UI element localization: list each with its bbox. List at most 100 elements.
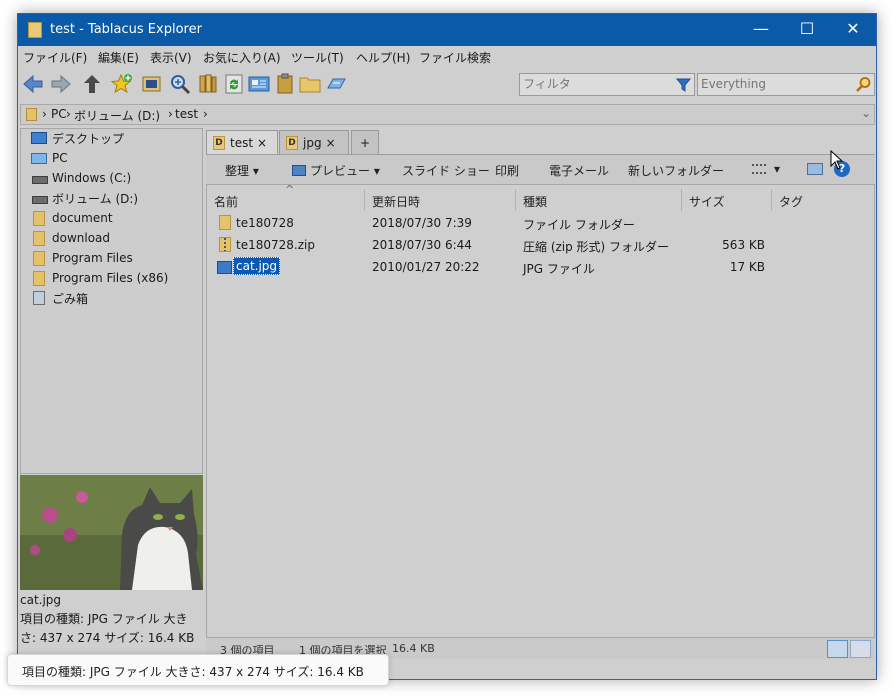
filter-funnel-icon[interactable] (675, 76, 692, 93)
menu-bar: ファイル(F) 編集(E) 表示(V) お気に入り(A) ツール(T) ヘルプ(… (18, 46, 876, 68)
tab-label: test (230, 135, 254, 150)
nav-item-program-files[interactable]: Program Files (31, 249, 133, 267)
desktop-icon (31, 132, 47, 144)
breadcrumb-pc[interactable]: PC (51, 107, 67, 121)
large-icons-view-button[interactable] (850, 640, 871, 658)
column-name-label: 名前 (214, 195, 239, 209)
panel-icon[interactable] (247, 72, 271, 96)
navigation-tree: デスクトップ PC Windows (C:) ボリューム (D:) docume… (20, 128, 203, 474)
new-tab-button[interactable]: + (351, 130, 379, 154)
breadcrumb-volume-d[interactable]: ボリューム (D:) (74, 107, 160, 124)
tab-close-button[interactable]: × (326, 136, 336, 150)
nav-item-download[interactable]: download (31, 229, 110, 247)
add-favorite-icon[interactable] (110, 72, 134, 96)
menu-edit[interactable]: 編集(E) (98, 49, 139, 66)
preview-info: cat.jpg 項目の種類: JPG ファイル 大きさ: 437 x 274 サ… (20, 591, 203, 648)
nav-item-label: Program Files (x86) (52, 271, 169, 285)
file-type: 圧縮 (zip 形式) フォルダー (523, 240, 670, 254)
details-view-button[interactable] (827, 640, 848, 658)
preview-image-icon (292, 165, 306, 176)
file-modified: 2010/01/27 20:22 (372, 260, 480, 274)
preview-details: 項目の種類: JPG ファイル 大きさ: 437 x 274 サイズ: 16.4… (20, 612, 195, 645)
forward-icon[interactable] (49, 72, 73, 96)
zip-icon (219, 237, 231, 252)
folder-icon (33, 250, 45, 266)
maximize-button[interactable]: ☐ (784, 14, 830, 46)
clipboard-icon[interactable] (273, 72, 297, 96)
address-separator[interactable]: › (66, 107, 71, 121)
recycle-bin-icon (33, 291, 45, 305)
column-modified[interactable]: 更新日時 (365, 189, 516, 211)
menu-file-search[interactable]: ファイル検索 (419, 49, 491, 66)
nav-item-volume-d[interactable]: ボリューム (D:) (31, 189, 138, 207)
menu-help[interactable]: ヘルプ(H) (356, 49, 410, 66)
nav-item-pc[interactable]: PC (31, 149, 68, 167)
print-button[interactable]: 印刷 (495, 162, 519, 179)
nav-item-label: ボリューム (D:) (52, 191, 139, 206)
nav-item-recycle-bin[interactable]: ごみ箱 (31, 289, 88, 307)
menu-tools[interactable]: ツール(T) (291, 49, 344, 66)
table-row[interactable]: te180728 2018/07/30 7:39 ファイル フォルダー (207, 213, 875, 234)
nav-item-label: download (52, 231, 111, 245)
table-row[interactable]: cat.jpg 2010/01/27 20:22 JPG ファイル 17 KB (207, 257, 875, 278)
preview-button-label: プレビュー ▾ (310, 164, 380, 178)
magnifier-icon[interactable] (168, 72, 192, 96)
options-icon[interactable] (324, 72, 348, 96)
preview-pane-icon[interactable] (807, 163, 823, 175)
nav-item-windows-c[interactable]: Windows (C:) (31, 169, 131, 187)
address-separator[interactable]: › (203, 107, 208, 121)
window-icon[interactable] (140, 72, 164, 96)
everything-search-input[interactable] (701, 77, 851, 91)
library-icon[interactable] (196, 72, 220, 96)
nav-item-label: PC (52, 151, 68, 165)
explorer-window: test - Tablacus Explorer — ☐ ✕ ファイル(F) 編… (17, 13, 877, 680)
column-type[interactable]: 種類 (516, 189, 682, 211)
preview-button[interactable]: プレビュー ▾ (292, 162, 380, 179)
status-selection-size: 16.4 KB (392, 642, 435, 655)
tab-jpg[interactable]: D jpg × (279, 130, 349, 154)
menu-view[interactable]: 表示(V) (150, 49, 192, 66)
info-tooltip: 項目の種類: JPG ファイル 大きさ: 437 x 274 サイズ: 16.4… (7, 654, 389, 686)
up-icon[interactable] (80, 72, 104, 96)
tab-close-button[interactable]: × (257, 136, 267, 150)
tooltip-text: 項目の種類: JPG ファイル 大きさ: 437 x 274 サイズ: 16.4… (22, 665, 364, 679)
table-row[interactable]: te180728.zip 2018/07/30 6:44 圧縮 (zip 形式)… (207, 235, 875, 256)
command-bar: 整理 ▾ プレビュー ▾ スライド ショー 印刷 電子メール 新しいフォルダー … (206, 154, 875, 184)
filter-input[interactable] (523, 77, 673, 91)
breadcrumb-test[interactable]: test (175, 107, 198, 121)
organize-button[interactable]: 整理 ▾ (225, 162, 259, 179)
address-separator[interactable]: › (168, 107, 173, 121)
refresh-icon[interactable] (222, 72, 246, 96)
filter-box (519, 73, 695, 96)
column-size[interactable]: サイズ (682, 189, 772, 211)
minimize-button[interactable]: — (738, 14, 784, 46)
menu-file[interactable]: ファイル(F) (23, 49, 87, 66)
file-name: te180728.zip (236, 238, 315, 252)
folder-icon (33, 230, 45, 246)
search-icon[interactable] (855, 76, 872, 93)
tab-test[interactable]: D test × (206, 130, 278, 154)
email-button[interactable]: 電子メール (549, 162, 609, 179)
nav-item-document[interactable]: document (31, 209, 113, 227)
window-title: test - Tablacus Explorer (50, 22, 202, 37)
image-icon (217, 261, 232, 274)
folder-icon (33, 210, 45, 226)
nav-item-program-files-x86[interactable]: Program Files (x86) (31, 269, 168, 287)
slideshow-button[interactable]: スライド ショー (402, 162, 490, 179)
app-icon (28, 22, 42, 38)
address-separator[interactable]: › (42, 107, 47, 121)
title-bar[interactable]: test - Tablacus Explorer — ☐ ✕ (18, 14, 876, 46)
nav-item-desktop[interactable]: デスクトップ (31, 129, 124, 147)
close-button[interactable]: ✕ (830, 14, 876, 46)
address-dropdown-icon[interactable]: ⌄ (861, 106, 871, 120)
back-icon[interactable] (21, 72, 45, 96)
menu-favorites[interactable]: お気に入り(A) (203, 49, 281, 66)
column-tags[interactable]: タグ (772, 189, 872, 211)
nav-item-label: デスクトップ (52, 131, 125, 146)
new-folder-button[interactable]: 新しいフォルダー (628, 162, 724, 179)
new-folder-icon[interactable] (298, 72, 322, 96)
column-name[interactable]: 名前 ^ (207, 183, 365, 211)
drive-icon (31, 173, 48, 184)
address-bar[interactable]: › PC › ボリューム (D:) › test › ⌄ (20, 104, 875, 125)
view-options-button[interactable]: ▾ (752, 162, 780, 176)
